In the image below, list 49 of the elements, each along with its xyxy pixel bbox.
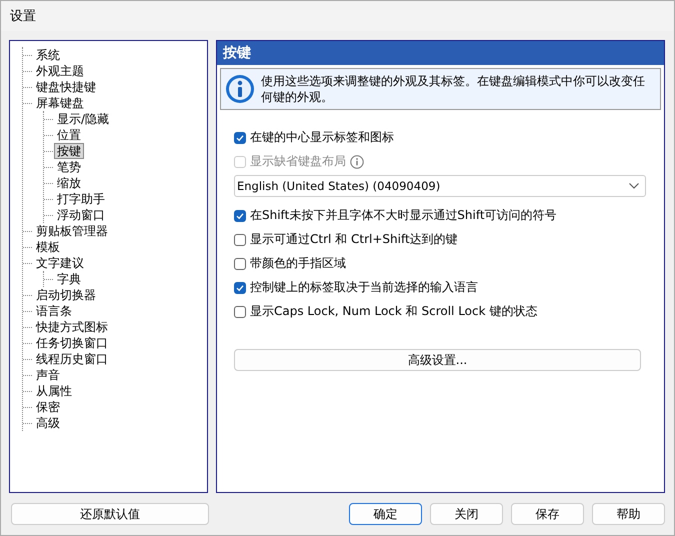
tree-item[interactable]: 显示/隐藏 xyxy=(54,111,112,127)
checkbox-label: 显示Caps Lock, Num Lock 和 Scroll Lock 键的状态 xyxy=(250,303,538,320)
checkbox-label: 带颜色的手指区域 xyxy=(250,255,346,272)
tree-item[interactable]: 文字建议 xyxy=(33,255,87,271)
window-title: 设置 xyxy=(10,8,36,25)
tree-item[interactable]: 缩放 xyxy=(54,175,84,191)
checkbox[interactable] xyxy=(234,210,246,222)
tree-item[interactable]: 线程历史窗口 xyxy=(33,351,111,367)
checkbox-label: 显示可通过Ctrl 和 Ctrl+Shift达到的键 xyxy=(250,231,458,248)
checkbox[interactable] xyxy=(234,282,246,294)
tree-item[interactable]: 模板 xyxy=(33,239,63,255)
tree-item[interactable]: 保密 xyxy=(33,399,63,415)
checkbox[interactable] xyxy=(234,234,246,246)
tree-item[interactable]: 按键 xyxy=(54,143,84,159)
tree-item[interactable]: 系统 xyxy=(33,47,63,63)
checkbox[interactable] xyxy=(234,132,246,144)
tree-item[interactable]: 从属性 xyxy=(33,383,75,399)
dialog-button[interactable]: 关闭 xyxy=(430,503,503,525)
tree-item[interactable]: 位置 xyxy=(54,127,84,143)
info-icon xyxy=(225,74,255,104)
tree-item[interactable]: 屏幕键盘 xyxy=(33,95,87,111)
info-text: 使用这些选项来调整键的外观及其标签。在键盘编辑模式中你可以改变任何键的外观。 xyxy=(261,73,646,105)
advanced-settings-button[interactable]: 高级设置... xyxy=(234,349,641,371)
reset-defaults-button[interactable]: 还原默认值 xyxy=(11,503,209,525)
tree-item[interactable]: 剪贴板管理器 xyxy=(33,223,111,239)
checkbox-label: 显示缺省键盘布局 xyxy=(250,153,346,170)
chevron-down-icon xyxy=(629,183,639,189)
tree-item[interactable]: 外观主题 xyxy=(33,63,87,79)
tree-item[interactable]: 字典 xyxy=(54,271,84,287)
dialog-button[interactable]: 确定 xyxy=(349,503,422,525)
tree-item[interactable]: 打字助手 xyxy=(54,191,108,207)
checkbox-label: 在键的中心显示标签和图标 xyxy=(250,129,394,146)
tree-item[interactable]: 声音 xyxy=(33,367,63,383)
checkbox[interactable] xyxy=(234,258,246,270)
tree-item[interactable]: 启动切换器 xyxy=(33,287,99,303)
checkbox-label: 控制键上的标签取决于当前选择的输入语言 xyxy=(250,279,478,296)
checkbox-label: 在Shift未按下并且字体不大时显示通过Shift可访问的符号 xyxy=(250,207,557,224)
checkbox[interactable] xyxy=(234,306,246,318)
panel-title: 按键 xyxy=(223,44,251,62)
tree-item[interactable]: 笔势 xyxy=(54,159,84,175)
dialog-button[interactable]: 保存 xyxy=(511,503,584,525)
tree-item[interactable]: 浮动窗口 xyxy=(54,207,108,223)
layout-dropdown[interactable]: English (United States) (04090409) xyxy=(234,175,646,197)
tree-item[interactable]: 高级 xyxy=(33,415,63,431)
tree-item[interactable]: 键盘快捷键 xyxy=(33,79,99,95)
tree-item[interactable]: 语言条 xyxy=(33,303,75,319)
dialog-button[interactable]: 帮助 xyxy=(592,503,665,525)
tree-item[interactable]: 快捷方式图标 xyxy=(33,319,111,335)
tree-item[interactable]: 任务切换窗口 xyxy=(33,335,111,351)
